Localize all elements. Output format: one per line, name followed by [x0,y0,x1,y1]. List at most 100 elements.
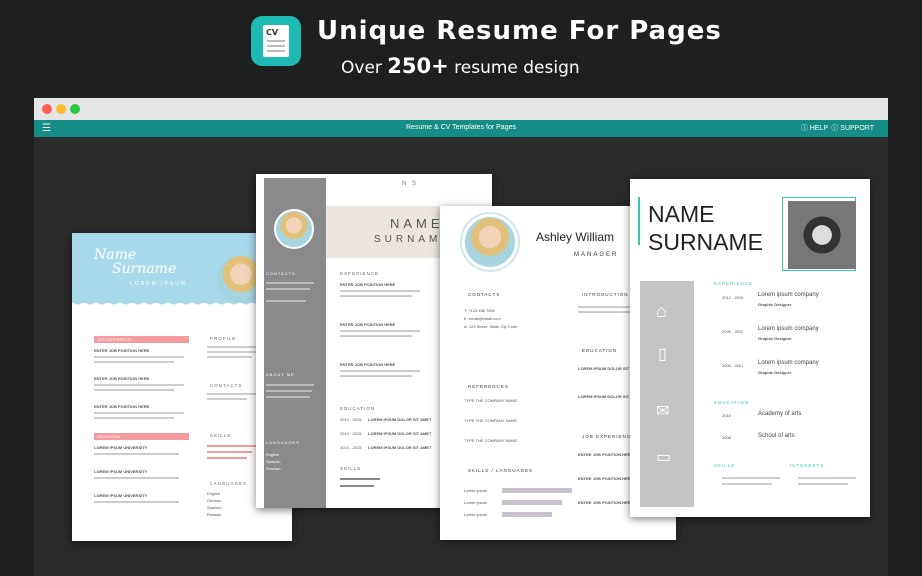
contact-email: E: email@email.com [464,316,501,321]
resume-name: Ashley William [536,230,615,244]
help-button[interactable]: ⓘ HELP [801,123,828,133]
exp-year-1: 2012 - 2015 [722,295,744,300]
exp-year-2: 2009 - 2012 [722,329,744,334]
edu-2: LOREM IPSUM DOLOR SIT AMET [368,431,432,436]
section-contacts: CONTACTS [210,383,243,388]
app-window: ☰ Resume & CV Templates for Pages ⓘ HELP… [34,98,888,576]
role-2: Graphic Designer [758,336,792,341]
resume-tagline: LOREM IPSUM [130,281,188,287]
edu-year-1: 2014 - 2015 [340,417,362,422]
role-3: Graphic Designer [758,370,792,375]
text-line [722,483,772,485]
text-line [94,417,174,419]
skill-3: Lorem ipsum [464,512,488,517]
skill-bar [340,485,374,487]
edu-year-3: 2014 - 2015 [340,445,362,450]
job-title-1: ENTER JOB POSITION HERE [94,348,150,353]
skill-bar [340,478,380,480]
sidebar-languages: LANGUAGES [266,440,300,445]
edu-2: LOREM IPSUM UNIVERSITY [94,469,148,474]
exp-year-3: 2000 - 2001 [722,363,744,368]
text-line [266,300,306,302]
support-label: SUPPORT [840,125,874,132]
section-education: EDUCATION [94,433,189,440]
skill-bar [502,500,562,505]
text-line [207,356,252,358]
text-line [94,389,174,391]
zoom-button[interactable] [70,104,80,114]
text-line [340,330,420,332]
text-line [340,290,420,292]
window-titlebar [34,98,888,120]
contact-address: A: 123 Street, State, Zip Code [464,324,518,329]
lang-2: Spanish [266,459,281,464]
text-line [207,351,257,353]
section-skills: SKILLS / LANGUAGES [468,468,534,473]
section-education: EDUCATION [714,400,750,405]
edu-year-2: 2008 [722,435,731,440]
section-languages: LANGUAGES [210,481,248,486]
mail-icon: ✉ [656,403,670,420]
edu-1: LOREM IPSUM DOLOR SIT AMET [368,417,432,422]
lang-3: Russian [266,466,281,471]
section-experience: EXPERIENCE [714,281,754,286]
edu-1: LOREM IPSUM UNIVERSITY [94,445,148,450]
minimize-button[interactable] [56,104,66,114]
lang-2: German [207,498,222,503]
profile-photo [274,209,314,249]
text-line [94,356,184,358]
profile-photo [788,201,856,269]
profile-photo [462,214,518,270]
text-line [266,384,314,386]
hero-sub-suffix: resume design [448,58,580,78]
support-button[interactable]: ⓘ SUPPORT [831,123,874,133]
text-line [340,335,412,337]
resume-name: NAME [648,201,715,227]
help-label: HELP [809,125,828,132]
text-line [340,375,412,377]
section-job-experience: JOB EXPERIENCE [94,336,189,343]
text-line [798,483,848,485]
skill-bar [207,451,252,453]
app-toolbar: ☰ Resume & CV Templates for Pages ⓘ HELP… [34,120,888,137]
company-2: Lorem ipsum company [758,326,819,332]
job-title-2: ENTER JOB POSITION HERE [340,322,396,327]
section-contacts: CONTACTS [468,292,501,297]
template-gallery: Name Surname LOREM IPSUM JOB EXPERIENCE … [34,137,888,576]
section-profile: PROFILE [210,336,237,341]
lang-4: Russian [207,512,222,517]
edu-3: LOREM IPSUM DOLOR SIT AMET [368,445,432,450]
text-line [207,398,247,400]
monitor-icon: ▭ [656,449,672,466]
text-line [266,282,314,284]
resume-surname: SURNAME [648,229,764,255]
role-1: Graphic Designer [758,302,792,307]
text-line [722,477,780,479]
hero-subtitle: Over 250+ resume design [341,54,580,78]
text-line [94,477,179,479]
hero-sub-prefix: Over [341,58,388,78]
text-line [94,412,184,414]
text-line [340,370,420,372]
section-education: EDUCATION [582,348,618,353]
text-line [207,393,257,395]
text-line [266,288,310,290]
hero-title: Unique Resume For Pages [317,16,722,46]
home-icon: ⌂ [656,301,667,321]
skill-bar [502,512,552,517]
skill-bar [207,457,247,459]
reference-2: TYPE THE COMPANY NAME [464,418,518,423]
phone-icon: ▯ [658,346,667,363]
section-skills: SKILLS [210,433,232,438]
monogram: N S [402,181,419,187]
resume-template-4[interactable]: NAME SURNAME ⌂ ▯ ✉ ▭ EXPERIENCE 2012 - 2… [630,179,870,517]
sidebar-about: ABOUT ME [266,372,295,377]
job-title-3: ENTER JOB POSITION HERE [94,404,150,409]
resume-name: NAME [390,216,444,231]
contact-phone: T: +123 456 7890 [464,308,496,313]
close-button[interactable] [42,104,52,114]
edu-year-1: 2010 [722,413,731,418]
skill-1: Lorem ipsum [464,488,488,493]
section-skills: SKILLS [714,463,736,468]
sidebar-column [640,281,694,507]
